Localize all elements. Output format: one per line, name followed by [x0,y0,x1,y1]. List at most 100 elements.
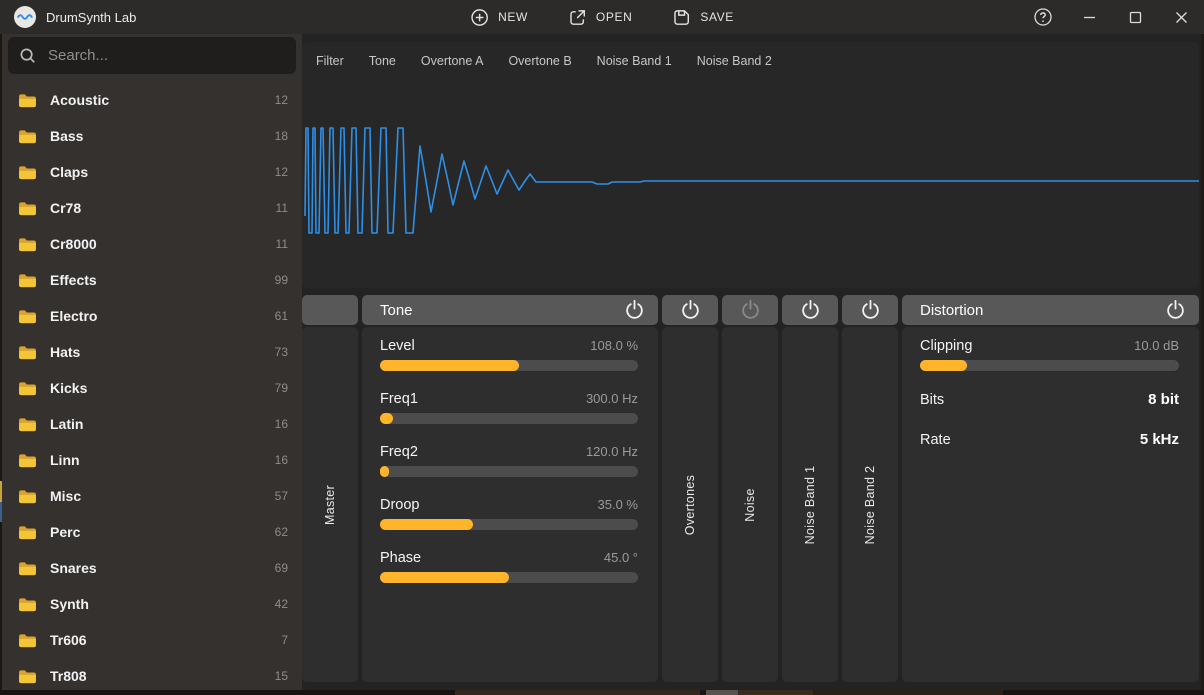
slider-fill [380,413,393,424]
parameter-name: Level [380,338,415,354]
master-panel-header [302,295,358,325]
sidebar-folder-item[interactable]: Synth 42 [2,586,302,622]
parameter-slider[interactable] [380,360,638,371]
sidebar-folder-item[interactable]: Tr808 15 [2,658,302,694]
waveform-display [302,66,1199,288]
parameter-row[interactable]: Bits 8 bit [920,391,1179,408]
parameter-row: Phase 45.0 ° [380,550,638,583]
folder-count-badge: 62 [275,525,288,539]
distortion-panel-body: Clipping 10.0 dB Bits 8 bit Rate 5 kHz [902,327,1199,682]
folder-icon [18,201,37,216]
sidebar-folder-item[interactable]: Latin 16 [2,406,302,442]
folder-count-badge: 57 [275,489,288,503]
module-column-header [782,295,838,325]
folder-icon [18,669,37,684]
minimize-icon [1083,11,1096,24]
sidebar-folder-item[interactable]: Snares 69 [2,550,302,586]
distortion-panel-header: Distortion [902,295,1199,325]
desktop-edge-segment [706,690,738,695]
folder-name: Effects [50,272,97,288]
sidebar-folder-item[interactable]: Electro 61 [2,298,302,334]
sidebar-folder-item[interactable]: Kicks 79 [2,370,302,406]
sidebar-folder-item[interactable]: Linn 16 [2,442,302,478]
module-column-noise-band-1: Noise Band 1 [782,295,838,682]
master-panel-body: Master [302,327,358,682]
folder-count-badge: 12 [275,165,288,179]
sidebar-folder-item[interactable]: Effects 99 [2,262,302,298]
folder-icon [18,561,37,576]
folder-name: Tr606 [50,632,87,648]
parameter-row[interactable]: Rate 5 kHz [920,431,1179,448]
sidebar-folder-item[interactable]: Misc 57 [2,478,302,514]
parameter-value: 300.0 Hz [586,391,638,406]
parameter-value: 45.0 ° [604,550,638,565]
folder-count-badge: 69 [275,561,288,575]
distortion-panel-title: Distortion [920,302,983,319]
folder-count-badge: 11 [276,237,288,251]
help-button[interactable] [1020,0,1066,34]
folder-count-badge: 7 [281,633,288,647]
sidebar-folder-item[interactable]: Acoustic 12 [2,82,302,118]
parameter-name: Freq2 [380,444,418,460]
folder-icon [18,93,37,108]
parameter-name: Phase [380,550,421,566]
folder-icon [18,381,37,396]
tone-panel-header: Tone [362,295,658,325]
parameter-value: 10.0 dB [1134,338,1179,353]
desktop-edge-bottom [0,690,1204,695]
sidebar-folder-item[interactable]: Hats 73 [2,334,302,370]
module-column-body: Noise Band 2 [842,327,898,682]
folder-icon [18,345,37,360]
app-identity: DrumSynth Lab [14,6,136,28]
sidebar-folder-item[interactable]: Cr78 11 [2,190,302,226]
open-button[interactable]: OPEN [566,4,634,31]
sidebar-folder-item[interactable]: Claps 12 [2,154,302,190]
module-power-button[interactable] [860,300,881,321]
folder-count-badge: 16 [275,417,288,431]
module-column-label: Noise Band 1 [803,465,817,544]
parameter-slider[interactable] [380,413,638,424]
maximize-button[interactable] [1112,0,1158,34]
desktop-edge-segment [738,690,813,695]
slider-fill [380,466,389,477]
parameter-slider[interactable] [920,360,1179,371]
plus-circle-icon [470,8,489,27]
folder-name: Latin [50,416,83,432]
parameter-slider[interactable] [380,519,638,530]
module-column-label: Overtones [683,474,697,534]
sidebar-folder-item[interactable]: Tr606 7 [2,622,302,658]
waveform-panel: Filter Tone Overtone A Overtone B Noise … [302,42,1199,288]
tone-power-button[interactable] [624,300,645,321]
slider-fill [380,519,473,530]
window-controls [1020,0,1204,34]
module-column-noise-band-2: Noise Band 2 [842,295,898,682]
folder-list: Acoustic 12 Bass 18 Claps 12 Cr78 11 Cr8… [2,82,302,694]
search-input[interactable] [46,46,296,65]
folder-icon [18,489,37,504]
parameter-slider[interactable] [380,572,638,583]
sidebar-folder-item[interactable]: Perc 62 [2,514,302,550]
folder-icon [18,597,37,612]
folder-icon [18,417,37,432]
parameter-slider[interactable] [380,466,638,477]
distortion-power-button[interactable] [1165,300,1186,321]
sidebar-folder-item[interactable]: Cr8000 11 [2,226,302,262]
app-logo-icon [14,6,36,28]
module-power-button[interactable] [740,300,761,321]
parameter-name: Bits [920,392,944,408]
minimize-button[interactable] [1066,0,1112,34]
folder-icon [18,165,37,180]
distortion-panel: Distortion Clipping 10.0 dB Bits 8 bit R… [902,295,1199,682]
parameter-name: Freq1 [380,391,418,407]
new-button[interactable]: NEW [468,4,530,31]
tone-panel-title: Tone [380,302,413,319]
close-button[interactable] [1158,0,1204,34]
sidebar-folder-item[interactable]: Bass 18 [2,118,302,154]
folder-count-badge: 79 [275,381,288,395]
search-box [8,37,296,74]
module-power-button[interactable] [800,300,821,321]
module-column-overtones: Overtones [662,295,718,682]
module-power-button[interactable] [680,300,701,321]
save-button[interactable]: SAVE [670,4,736,31]
maximize-icon [1129,11,1142,24]
